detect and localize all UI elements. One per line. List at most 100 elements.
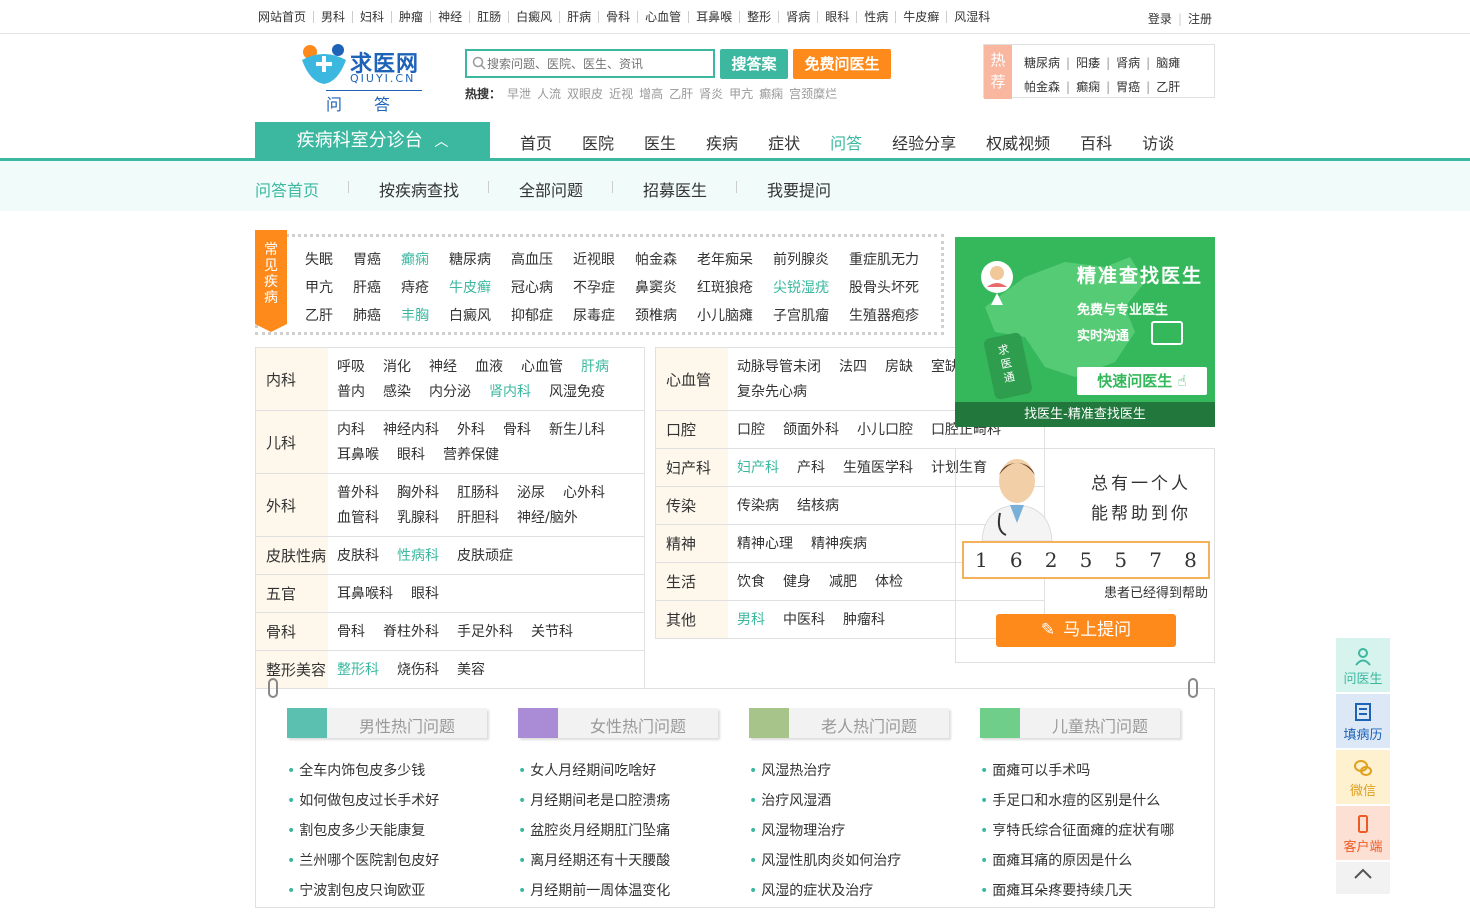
nav-link[interactable]: 经验分享 [892,130,956,154]
common-disease-link[interactable]: 前列腺炎 [773,249,829,269]
dept-link[interactable]: 动脉导管未闭 [737,355,821,380]
subnav-all-questions[interactable]: 全部问题 [519,177,583,201]
dept-label[interactable]: 整形美容 [256,651,328,688]
nav-link[interactable]: 疾病 [706,130,738,154]
common-disease-link[interactable]: 生殖器疱疹 [849,305,919,325]
hot-question-link[interactable]: 风湿物理治疗 [761,816,845,846]
dept-link[interactable]: 精神疾病 [811,532,867,557]
hot-question-link[interactable]: 面瘫耳朵疼要持续几天 [992,876,1132,906]
login-link[interactable]: 登录 [1148,10,1172,27]
hot-question-link[interactable]: 治疗风湿酒 [761,786,831,816]
topnav-link[interactable]: 耳鼻喉 [688,11,739,23]
topnav-link[interactable]: 心血管 [637,11,688,23]
float-fill-record[interactable]: 填病历 [1336,694,1390,748]
dept-label[interactable]: 内科 [256,348,328,410]
hot-search-link[interactable]: 癫痫 [759,85,783,102]
dept-label[interactable]: 其他 [656,601,728,638]
topnav-link[interactable]: 肛肠 [469,11,508,23]
dept-link[interactable]: 结核病 [797,494,839,519]
recommend-link[interactable]: 糖尿病 [1024,54,1060,71]
common-disease-link[interactable]: 子宫肌瘤 [773,305,829,325]
quick-ask-doctor-button[interactable]: 快速问医生 ☝ [1077,367,1207,395]
hot-questions-header[interactable]: 女性热门问题 [518,708,718,738]
common-disease-link[interactable]: 小儿脑瘫 [697,305,753,325]
dept-label[interactable]: 儿科 [256,411,328,473]
dept-link[interactable]: 心外科 [563,481,605,506]
dept-link[interactable]: 新生儿科 [549,418,605,443]
hot-questions-header[interactable]: 儿童热门问题 [980,708,1180,738]
hot-question-link[interactable]: 月经期间老是口腔溃疡 [530,786,670,816]
common-disease-link[interactable]: 尖锐湿疣 [773,277,829,297]
dept-link[interactable]: 神经/脑外 [517,506,578,531]
common-disease-link[interactable]: 肺癌 [353,305,381,325]
dept-link[interactable]: 减肥 [829,570,857,595]
list-item[interactable]: • 月经期间老是口腔溃疡 [518,786,738,816]
common-disease-link[interactable]: 老年痴呆 [697,249,753,269]
list-item[interactable]: • 兰州哪个医院割包皮好 [287,846,507,876]
dept-link[interactable]: 血管科 [337,506,379,531]
topnav-link[interactable]: 骨科 [598,11,637,23]
site-logo[interactable]: 求医网 QIUYI.CN 问答 [298,42,422,114]
dept-link[interactable]: 感染 [383,380,411,405]
dept-link[interactable]: 耳鼻喉 [337,443,379,468]
hot-search-link[interactable]: 乙肝 [669,85,693,102]
dept-label[interactable]: 传染 [656,487,728,524]
subnav-qa-home[interactable]: 问答首页 [255,177,319,201]
list-item[interactable]: • 风湿的症状及治疗 [749,876,969,906]
recommend-link[interactable]: 癫痫 [1076,78,1100,95]
dept-label[interactable]: 生活 [656,563,728,600]
hot-questions-header[interactable]: 男性热门问题 [287,708,487,738]
nav-link[interactable]: 访谈 [1142,130,1174,154]
list-item[interactable]: • 盆腔炎月经期肛门坠痛 [518,816,738,846]
common-disease-link[interactable]: 近视眼 [573,249,615,269]
topnav-link[interactable]: 白癜风 [508,11,559,23]
hot-question-link[interactable]: 割包皮多少天能康复 [299,816,425,846]
common-disease-link[interactable]: 抑郁症 [511,305,553,325]
list-item[interactable]: • 亨特氏综合征面瘫的症状有哪 [980,816,1200,846]
hot-question-link[interactable]: 风湿的症状及治疗 [761,876,873,906]
nav-link[interactable]: 权威视频 [986,130,1050,154]
dept-link[interactable]: 体检 [875,570,903,595]
common-disease-link[interactable]: 失眠 [305,249,333,269]
float-wechat[interactable]: 微信 [1336,750,1390,804]
list-item[interactable]: • 月经期前一周体温变化 [518,876,738,906]
common-disease-link[interactable]: 牛皮癣 [449,277,491,297]
topnav-link[interactable]: 风湿科 [946,11,997,23]
recommend-link[interactable]: 阳痿 [1076,54,1100,71]
topnav-link[interactable]: 神经 [430,11,469,23]
nav-link[interactable]: 医生 [644,130,676,154]
dept-link[interactable]: 骨科 [503,418,531,443]
common-disease-link[interactable]: 糖尿病 [449,249,491,269]
nav-link[interactable]: 症状 [768,130,800,154]
dept-link[interactable]: 呼吸 [337,355,365,380]
nav-link[interactable]: 问答 [830,130,862,154]
dept-link[interactable]: 皮肤顽症 [457,544,513,569]
recommend-link[interactable]: 乙肝 [1156,78,1180,95]
dept-link[interactable]: 骨科 [337,620,365,645]
list-item[interactable]: • 风湿物理治疗 [749,816,969,846]
dept-link[interactable]: 风湿免疫 [549,380,605,405]
dept-link[interactable]: 肛肠科 [457,481,499,506]
dept-link[interactable]: 复杂先心病 [737,380,807,405]
dept-label[interactable]: 骨科 [256,613,328,650]
dept-label[interactable]: 五官 [256,575,328,612]
dept-link[interactable]: 神经 [429,355,457,380]
dept-link[interactable]: 乳腺科 [397,506,439,531]
hot-search-link[interactable]: 宫颈糜烂 [789,85,837,102]
hot-question-link[interactable]: 兰州哪个医院割包皮好 [299,846,439,876]
dept-link[interactable]: 泌尿 [517,481,545,506]
hot-question-link[interactable]: 月经期前一周体温变化 [530,876,670,906]
free-ask-doctor-button[interactable]: 免费问医生 [793,49,891,79]
hot-question-link[interactable]: 面瘫可以手术吗 [992,756,1090,786]
hot-search-link[interactable]: 双眼皮 [567,85,603,102]
dept-link[interactable]: 脊柱外科 [383,620,439,645]
back-to-top-button[interactable] [1336,862,1390,894]
list-item[interactable]: • 割包皮多少天能康复 [287,816,507,846]
hot-question-link[interactable]: 女人月经期间吃啥好 [530,756,656,786]
hot-question-link[interactable]: 手足口和水痘的区别是什么 [992,786,1160,816]
topnav-link[interactable]: 肿瘤 [391,11,430,23]
hot-question-link[interactable]: 亨特氏综合征面瘫的症状有哪 [992,816,1174,846]
topnav-link[interactable]: 性病 [856,11,895,23]
list-item[interactable]: • 宁波割包皮只询欧亚 [287,876,507,906]
common-disease-link[interactable]: 甲亢 [305,277,333,297]
